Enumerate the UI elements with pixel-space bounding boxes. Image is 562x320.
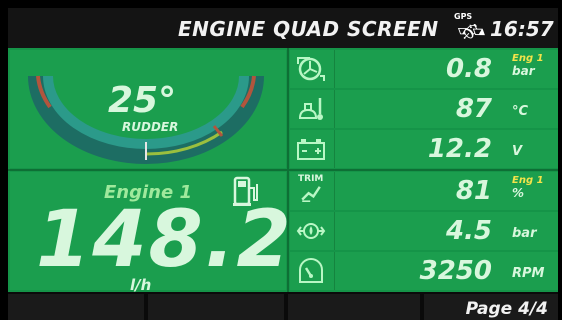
page-indicator-button[interactable]: Page 4/4 [424,294,558,320]
gauge-row-battery: 12.2 V [290,130,558,168]
row-separator [334,172,335,210]
rudder-angle-value: 25° [108,80,177,121]
row-separator [334,50,335,88]
horizontal-divider [8,169,558,171]
page-indicator: Page 4/4 [465,299,548,319]
gauge-unit: bar [512,226,537,241]
gauge-value: 81 [455,176,492,206]
gauge-unit-engine: Eng 1 [512,175,544,186]
clock: 16:57 [490,17,554,41]
satellite-icon: 🛰 [454,16,490,50]
screen-title: ENGINE QUAD SCREEN [178,17,439,41]
oil-pressure-icon [296,223,326,239]
battery-icon [297,139,325,160]
gauge-row-turbo-boost: 0.8 Eng 1 bar [290,50,558,88]
oil-temperature-icon [298,98,323,120]
gauge-row-oil-pressure: 4.5 bar [290,212,558,250]
gauge-row-oil-temperature: 87 °C [290,90,558,128]
gps-status: GPS 🛰 [452,12,490,50]
gauge-value: 0.8 [445,54,492,84]
gauge-value: 4.5 [445,216,492,246]
fuel-rate-value: 148.2 [36,195,293,285]
gauge-unit-engine: Eng 1 [512,53,544,64]
softkey-3[interactable] [288,294,420,320]
gauge-value: 87 [455,94,492,124]
softkey-1[interactable] [8,294,144,320]
row-separator [334,252,335,290]
softkey-bar: Page 4/4 [8,292,558,320]
row-separator [334,90,335,128]
row-separator [334,212,335,250]
gauge-unit: RPM [512,266,545,281]
gauge-value: 3250 [419,256,492,286]
trim-icon [301,186,321,202]
turbo-boost-icon [297,57,325,81]
gauge-row-trim: TRIM 81 Eng 1 % [290,172,558,210]
rudder-label: RUDDER [122,120,179,134]
softkey-2[interactable] [148,294,284,320]
gauge-value: 12.2 [427,134,492,164]
gauge-unit: % [512,186,525,200]
header-bar: ENGINE QUAD SCREEN GPS 🛰 16:57 [8,8,558,50]
tachometer-icon [299,258,323,283]
gauge-unit: bar [512,64,535,78]
gauge-row-tachometer: 3250 RPM [290,252,558,290]
gauge-unit: V [512,144,523,159]
display-screen: ENGINE QUAD SCREEN GPS 🛰 16:57 25° RUDDE… [8,8,558,320]
row-separator [334,130,335,168]
gauge-unit: °C [512,104,529,119]
main-panel: 25° RUDDER Engine 1 148.2 l/h 0.8 Eng 1 … [8,48,558,294]
